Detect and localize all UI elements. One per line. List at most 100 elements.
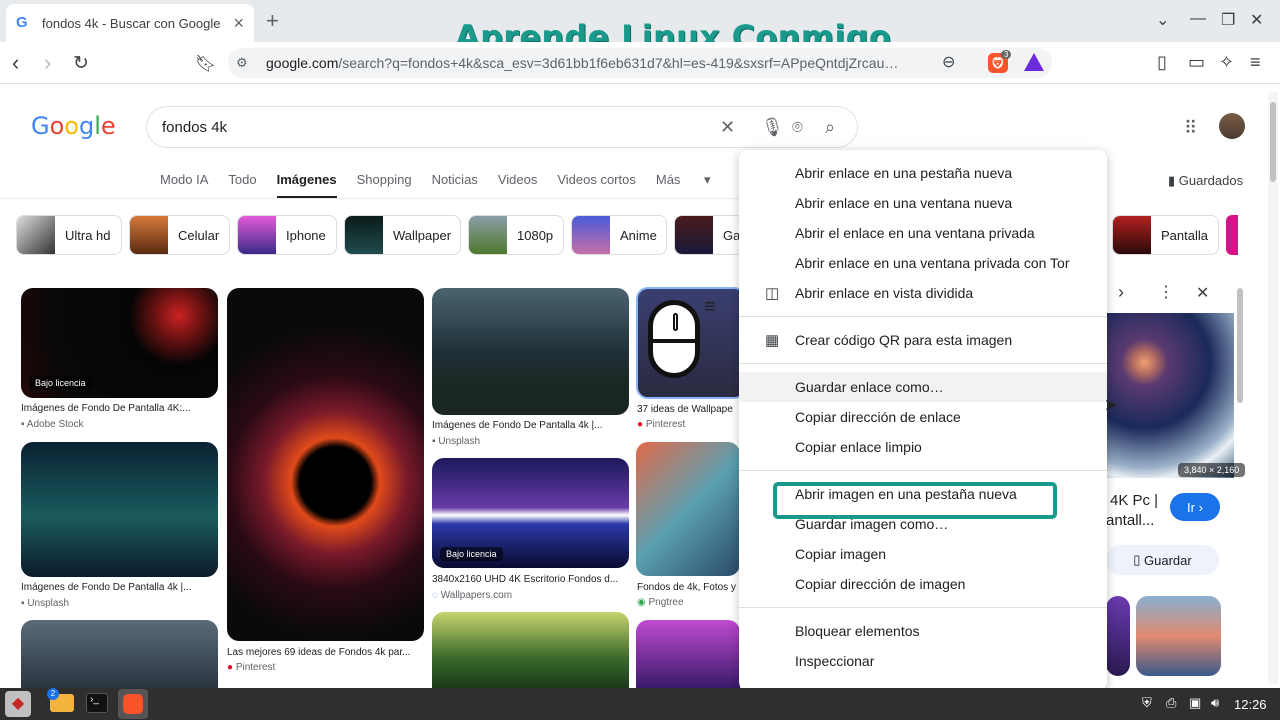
tab-videos-cortos[interactable]: Videos cortos — [557, 172, 636, 199]
forward-icon[interactable]: › — [44, 50, 51, 76]
result-caption[interactable]: Imágenes de Fondo De Pantalla 4k |... — [21, 582, 218, 593]
chip-pantalla[interactable]: Pantalla — [1112, 215, 1219, 255]
result-image-5[interactable] — [432, 288, 629, 415]
lens-icon[interactable]: ⌾ — [792, 117, 803, 138]
avatar[interactable] — [1219, 113, 1245, 139]
google-logo[interactable]: Google — [31, 112, 116, 140]
menu-save-link-as[interactable]: Guardar enlace como… — [739, 372, 1107, 402]
result-caption[interactable]: Imágenes de Fondo De Pantalla 4K:... — [21, 403, 218, 414]
result-image-10[interactable] — [636, 620, 740, 688]
app-launcher-icon[interactable]: ◆ — [5, 691, 31, 717]
clear-search-icon[interactable]: ✕ — [720, 117, 735, 138]
brave-taskbar-button[interactable] — [118, 689, 148, 719]
microphone-icon[interactable]: 🎙︎ — [761, 117, 784, 138]
tab-noticias[interactable]: Noticias — [432, 172, 478, 199]
preview-title-line1[interactable]: 4K Pc | — [1110, 492, 1158, 509]
sidebar-icon[interactable]: ▯ — [1157, 52, 1167, 73]
menu-icon[interactable]: ≡ — [1250, 52, 1261, 73]
clock[interactable]: 12:26 — [1234, 697, 1267, 712]
menu-copy-image[interactable]: Copiar imagen — [739, 539, 1107, 569]
close-window-icon[interactable]: ✕ — [1250, 10, 1263, 30]
menu-copy-link-address[interactable]: Copiar dirección de enlace — [739, 402, 1107, 432]
restore-icon[interactable]: ❐ — [1221, 10, 1235, 30]
page-scrollbar-thumb[interactable] — [1270, 102, 1276, 182]
related-image-1[interactable] — [1106, 596, 1130, 676]
menu-separator — [739, 363, 1107, 364]
next-icon[interactable]: › — [1118, 282, 1124, 303]
site-settings-icon[interactable]: ⚙ — [236, 55, 248, 71]
minimize-icon[interactable]: — — [1190, 10, 1206, 28]
menu-open-link-tor-window[interactable]: Abrir enlace en una ventana privada con … — [739, 248, 1107, 278]
chip-wallpaper[interactable]: Wallpaper — [344, 215, 461, 255]
reload-icon[interactable]: ↻ — [73, 52, 89, 75]
back-icon[interactable]: ‹ — [12, 50, 19, 76]
wallet-icon[interactable]: ▭ — [1188, 52, 1205, 73]
result-caption[interactable]: 3840x2160 UHD 4K Escritorio Fondos d... — [432, 574, 629, 585]
search-icon[interactable]: ⌕ — [825, 117, 835, 138]
result-image-3[interactable] — [21, 620, 218, 688]
chip-anime[interactable]: Anime — [571, 215, 667, 255]
chip-ultra-hd[interactable]: Ultra hd — [16, 215, 122, 255]
result-image-4[interactable] — [227, 288, 424, 641]
printer-tray-icon[interactable]: ⎙ — [1166, 695, 1176, 711]
menu-open-link-new-window[interactable]: Abrir enlace en una ventana nueva — [739, 188, 1107, 218]
menu-separator — [739, 607, 1107, 608]
new-tab-icon[interactable]: + — [266, 8, 279, 34]
result-caption[interactable]: Fondos de 4k, Fotos y — [637, 582, 739, 593]
related-image-2[interactable] — [1136, 596, 1221, 676]
menu-open-link-new-tab[interactable]: Abrir enlace en una pestaña nueva — [739, 158, 1107, 188]
result-image-7[interactable] — [432, 612, 629, 688]
tab-search-chevron-icon[interactable]: ⌄ — [1156, 10, 1169, 30]
brave-rewards-icon[interactable] — [1024, 53, 1044, 71]
menu-open-link-split-view[interactable]: ◫ Abrir enlace en vista dividida — [739, 278, 1107, 308]
menu-copy-clean-link[interactable]: Copiar enlace limpio — [739, 432, 1107, 462]
tab-videos[interactable]: Videos — [498, 172, 538, 199]
url-path: /search?q=fondos+4k&sca_esv=3d61bb1f6eb6… — [338, 55, 899, 71]
menu-create-qr[interactable]: ▦ Crear código QR para esta imagen — [739, 325, 1107, 355]
saved-link[interactable]: ▮ Guardados — [1168, 173, 1243, 189]
tab-modo-ia[interactable]: Modo IA — [160, 172, 208, 199]
search-query: fondos 4k — [162, 118, 228, 136]
result-caption[interactable]: Las mejores 69 ideas de Fondos 4k par... — [227, 647, 424, 658]
tab-mas[interactable]: Más ▾ — [656, 172, 711, 199]
more-options-icon[interactable]: ⋮ — [1158, 282, 1174, 302]
brave-icon — [123, 694, 143, 714]
result-caption[interactable]: 37 ideas de Wallpape — [637, 404, 739, 415]
go-button[interactable]: Ir › — [1170, 493, 1220, 521]
shield-tray-icon[interactable]: ⛨ — [1142, 695, 1152, 711]
address-bar[interactable]: google.com/search?q=fondos+4k&sca_esv=3d… — [228, 48, 1052, 78]
close-panel-icon[interactable]: ✕ — [1196, 283, 1209, 303]
leo-ai-icon[interactable]: ✧ — [1219, 52, 1234, 73]
tab-shopping[interactable]: Shopping — [357, 172, 412, 199]
tab-google-search[interactable]: G fondos 4k - Buscar con Google × — [6, 4, 254, 42]
tab-todo[interactable]: Todo — [228, 172, 256, 199]
panel-scrollbar[interactable] — [1237, 288, 1243, 403]
result-source: ◉ Pngtree — [637, 597, 684, 608]
bookmark-icon: ▯ — [1133, 552, 1141, 567]
preview-image[interactable] — [1106, 313, 1234, 478]
chip-iphone[interactable]: Iphone — [237, 215, 337, 255]
preview-title-line2[interactable]: antall... — [1106, 512, 1154, 529]
result-caption[interactable]: Imágenes de Fondo De Pantalla 4k |... — [432, 420, 629, 431]
menu-inspect[interactable]: Inspeccionar — [739, 646, 1107, 676]
close-tab-icon[interactable]: × — [233, 13, 244, 34]
menu-open-link-private-window[interactable]: Abrir el enlace en una ventana privada — [739, 218, 1107, 248]
chip-celular[interactable]: Celular — [129, 215, 230, 255]
result-image-2[interactable] — [21, 442, 218, 577]
volume-tray-icon[interactable]: 🔊︎ — [1211, 695, 1219, 711]
chip-ga[interactable]: Ga — [674, 215, 744, 255]
zoom-icon[interactable]: ⊖ — [942, 52, 955, 72]
terminal-icon[interactable]: ›_ — [86, 693, 108, 713]
chip-1080p[interactable]: 1080p — [468, 215, 564, 255]
menu-block-elements[interactable]: Bloquear elementos — [739, 616, 1107, 646]
tab-imagenes[interactable]: Imágenes — [276, 172, 337, 199]
result-source: ● Pinterest — [227, 662, 276, 673]
apps-grid-icon[interactable]: ⠿ — [1184, 118, 1197, 139]
search-input[interactable]: fondos 4k — [146, 106, 858, 148]
network-tray-icon[interactable]: ▣ — [1189, 695, 1201, 711]
bookmark-icon[interactable]: 🔖︎ — [195, 54, 217, 74]
save-button[interactable]: ▯ Guardar — [1106, 545, 1219, 575]
chip-partial[interactable] — [1226, 215, 1238, 255]
result-image-9[interactable] — [636, 442, 740, 576]
menu-copy-image-address[interactable]: Copiar dirección de imagen — [739, 569, 1107, 599]
